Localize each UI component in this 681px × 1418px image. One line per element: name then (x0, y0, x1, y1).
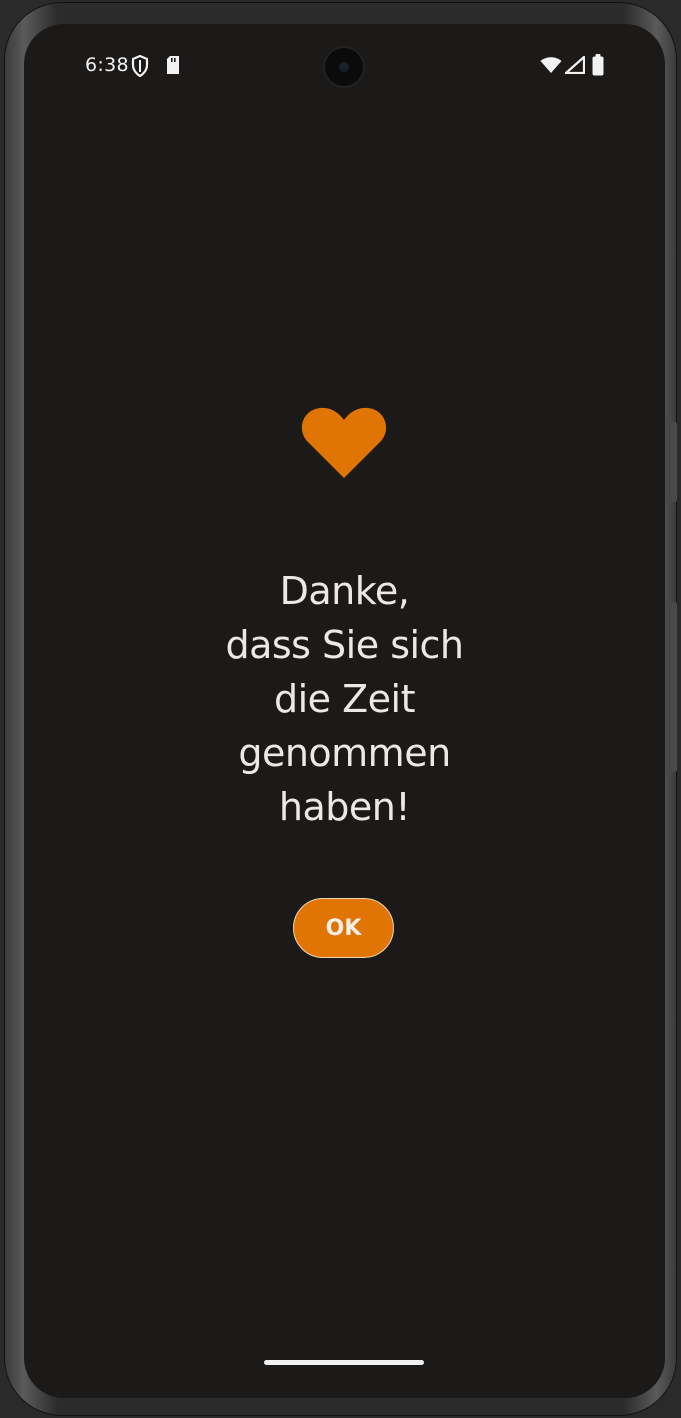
home-indicator[interactable] (264, 1360, 424, 1365)
thank-you-message: Danke, dass Sie sich die Zeit genommen h… (225, 569, 464, 829)
volume-button (671, 422, 677, 502)
power-button (671, 602, 677, 772)
sd-card-icon (165, 55, 181, 80)
cell-signal-icon (564, 55, 586, 79)
phone-frame: 6:38 Danke, dass Sie sich die Zeit genom… (4, 2, 677, 1416)
heart-icon (301, 404, 387, 484)
shield-icon (131, 54, 149, 82)
wifi-icon (540, 56, 562, 79)
screen: 6:38 Danke, dass Sie sich die Zeit genom… (24, 24, 665, 1398)
battery-icon (592, 54, 604, 81)
status-bar: 6:38 (24, 24, 665, 108)
front-camera (325, 48, 363, 86)
status-time: 6:38 (85, 54, 129, 76)
ok-button[interactable]: OK (293, 898, 394, 958)
